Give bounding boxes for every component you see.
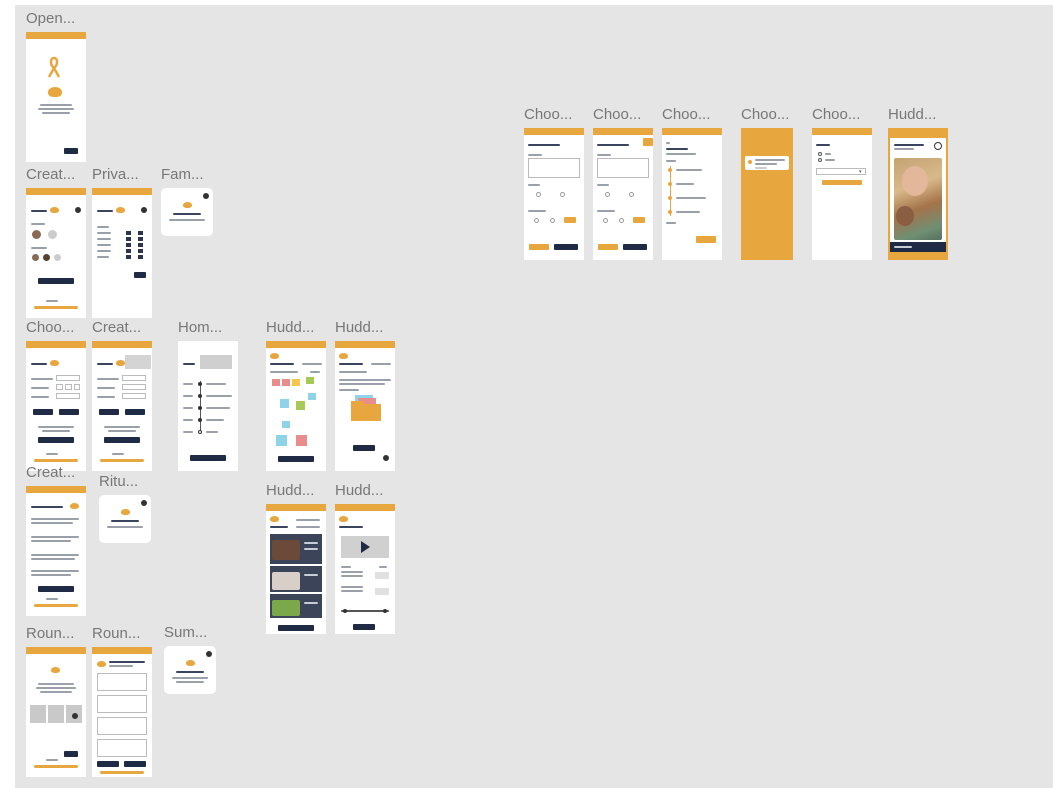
- frame-label: Choo...: [662, 106, 711, 123]
- frame-label: Fam...: [161, 166, 204, 183]
- folder-icon: [351, 393, 381, 421]
- logo-icon: [339, 516, 348, 522]
- frame-label: Hom...: [178, 319, 223, 336]
- logo-icon: [48, 87, 62, 97]
- frame-label: Roun...: [92, 625, 141, 642]
- timer-icon: [934, 142, 942, 150]
- logo-icon: [339, 353, 348, 359]
- close-icon[interactable]: [141, 500, 147, 506]
- logo-icon: [121, 509, 130, 515]
- logo-icon: [116, 360, 125, 366]
- frame-choose-time[interactable]: Choo... ▾: [812, 106, 872, 260]
- frame-choose-agenda-3[interactable]: Choo...: [662, 106, 722, 260]
- frame-family-modal[interactable]: Fam...: [161, 166, 213, 236]
- frame-label: Hudd...: [266, 482, 315, 499]
- frame-huddle-3[interactable]: Hudd...: [266, 482, 326, 634]
- frame-label: Choo...: [741, 106, 790, 123]
- logo-icon: [183, 202, 192, 208]
- frame-create-family-story[interactable]: Creat...: [26, 464, 86, 616]
- logo-icon: [270, 353, 279, 359]
- logo-icon: [50, 360, 59, 366]
- close-icon[interactable]: [141, 207, 147, 213]
- frame-label: Creat...: [26, 166, 76, 183]
- frame-summary-modal[interactable]: Sum...: [164, 624, 216, 694]
- frame-choose-agenda-2[interactable]: Choo...: [593, 106, 653, 260]
- frame-huddle-photo[interactable]: Hudd...: [888, 106, 948, 260]
- close-icon[interactable]: [203, 193, 209, 199]
- frame-huddle-4[interactable]: Hudd...: [335, 482, 395, 634]
- create-family-button[interactable]: [38, 278, 74, 284]
- frame-ritual-modal[interactable]: Ritu...: [99, 473, 151, 543]
- frame-privacy[interactable]: Priva...: [92, 166, 152, 318]
- frame-choose-agenda-1[interactable]: Choo...: [524, 106, 584, 260]
- close-icon[interactable]: [206, 651, 212, 657]
- frame-create-2[interactable]: Creat...: [92, 319, 152, 471]
- frame-label: Choo...: [593, 106, 642, 123]
- frame-label: Choo...: [812, 106, 861, 123]
- frame-label: Priva...: [92, 166, 139, 183]
- frame-label: Hudd...: [335, 482, 384, 499]
- close-icon[interactable]: [75, 207, 81, 213]
- frame-huddle-1[interactable]: Hudd...: [266, 319, 326, 471]
- frame-label: Roun...: [26, 625, 75, 642]
- frame-label: Hudd...: [266, 319, 315, 336]
- frame-label: Choo...: [524, 106, 573, 123]
- frame-open[interactable]: Open...: [26, 10, 86, 162]
- design-canvas[interactable]: Open... Creat... Choo... Creat... Roun..…: [15, 5, 1053, 788]
- frame-home[interactable]: Hom...: [178, 319, 238, 471]
- frame-label: Hudd...: [335, 319, 384, 336]
- frame-choose-family-name[interactable]: Choo...: [26, 319, 86, 471]
- next-button[interactable]: [64, 148, 78, 154]
- play-icon[interactable]: [361, 541, 370, 553]
- frame-round-1[interactable]: Roun...: [26, 625, 86, 777]
- logo-icon: [50, 207, 59, 213]
- frame-label: Ritu...: [99, 473, 139, 490]
- frame-huddle-2[interactable]: Hudd...: [335, 319, 395, 471]
- logo-icon: [51, 667, 60, 673]
- frame-label: Creat...: [92, 319, 142, 336]
- frame-label: Creat...: [26, 464, 76, 481]
- frame-label: Sum...: [164, 624, 208, 641]
- frame-choose-orange[interactable]: Choo...: [741, 106, 793, 260]
- frame-label: Choo...: [26, 319, 75, 336]
- logo-icon: [70, 503, 79, 509]
- ribbon-icon: [47, 56, 61, 78]
- logo-icon: [270, 516, 279, 522]
- frame-label: Hudd...: [888, 106, 937, 123]
- frame-label: Open...: [26, 10, 76, 27]
- logo-icon: [97, 661, 106, 667]
- chevron-down-icon[interactable]: ▾: [859, 169, 862, 175]
- logo-icon: [116, 207, 125, 213]
- logo-icon: [186, 660, 195, 666]
- frame-create-family[interactable]: Creat...: [26, 166, 86, 318]
- frame-round-2[interactable]: Roun...: [92, 625, 152, 777]
